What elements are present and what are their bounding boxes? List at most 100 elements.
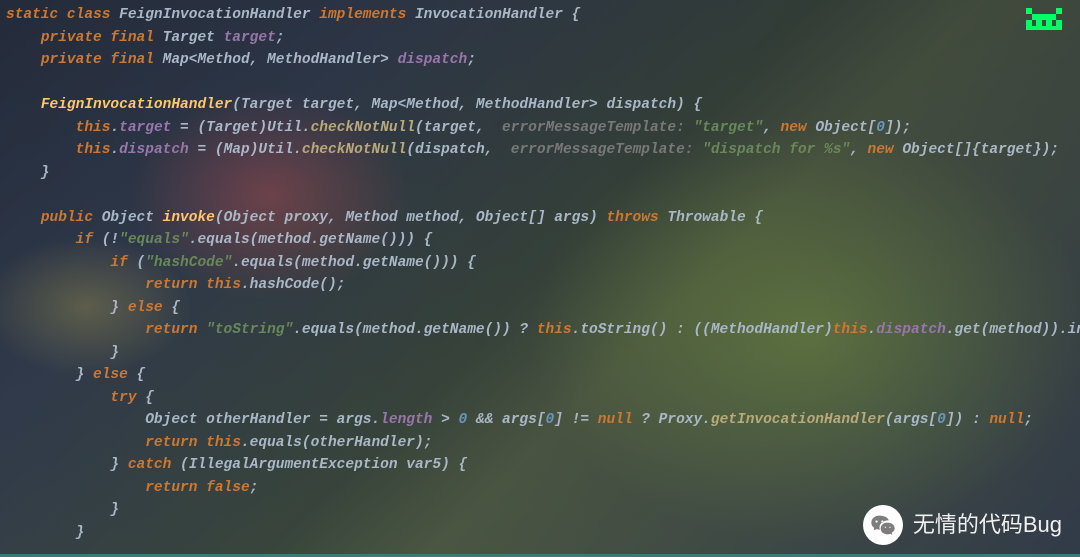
token-punct: } [6,165,50,181]
token-punct [6,97,41,113]
token-punct: ; [276,30,285,46]
token-cls: InvocationHandler [415,7,572,23]
token-num: 0 [546,412,555,428]
token-kw: catch [128,457,180,473]
token-type: Map<Method, MethodHandler> [163,52,398,68]
token-punct: .get(method)).invoke(args [946,322,1080,338]
token-punct [6,75,15,91]
watermark-text: 无情的代码Bug [913,514,1062,537]
token-punct: } [6,502,119,518]
token-punct [6,120,76,136]
token-punct [6,390,110,406]
token-cls: FeignInvocationHandler [119,7,319,23]
token-kw: throws [606,210,667,226]
code-line[interactable]: if (!"equals".equals(method.getName())) … [6,229,1080,252]
token-punct: .equals(method.getName())) { [189,232,433,248]
code-editor-viewport[interactable]: static class FeignInvocationHandler impl… [0,0,1080,544]
token-str: "hashCode" [145,255,232,271]
code-line[interactable]: } catch (IllegalArgumentException var5) … [6,454,1080,477]
token-punct [6,480,145,496]
code-line[interactable] [6,72,1080,95]
token-punct: {target}); [972,142,1059,158]
token-kw: new [781,120,816,136]
token-kw: null [598,412,642,428]
token-type: Throwable [667,210,754,226]
code-line[interactable]: public Object invoke(Object proxy, Metho… [6,207,1080,230]
wechat-icon [863,505,903,545]
token-punct: Object otherHandler = args. [6,412,380,428]
token-punct: ]) : [946,412,990,428]
token-methodcall: checkNotNull [302,142,406,158]
code-line[interactable]: this.target = (Target)Util.checkNotNull(… [6,117,1080,140]
token-punct: ( [232,97,241,113]
code-line[interactable]: static class FeignInvocationHandler impl… [6,4,1080,27]
code-line[interactable]: return this.hashCode(); [6,274,1080,297]
token-kw: return this [145,435,241,451]
token-str: "dispatch for %s" [702,142,850,158]
code-line[interactable]: Object otherHandler = args.length > 0 &&… [6,409,1080,432]
token-field: dispatch [398,52,468,68]
token-type: Target [163,30,224,46]
code-line[interactable] [6,184,1080,207]
token-kw: this [76,142,111,158]
token-paramlabel: errorMessageTemplate: [502,120,693,136]
token-type: Object[] [902,142,972,158]
token-punct: .equals(otherHandler); [241,435,432,451]
code-line[interactable]: FeignInvocationHandler(Target target, Ma… [6,94,1080,117]
token-paramlabel: errorMessageTemplate: [511,142,702,158]
token-str: "toString" [206,322,293,338]
token-type: Object[ [815,120,876,136]
token-str: "equals" [119,232,189,248]
token-punct [6,52,41,68]
token-punct: } [6,300,128,316]
code-line[interactable]: this.dispatch = (Map)Util.checkNotNull(d… [6,139,1080,162]
code-line[interactable]: return false; [6,477,1080,500]
token-punct: (dispatch, [406,142,510,158]
token-punct [6,232,76,248]
code-line[interactable]: return this.equals(otherHandler); [6,432,1080,455]
token-punct: (! [102,232,119,248]
token-punct [6,322,145,338]
token-punct: (target, [415,120,502,136]
code-line[interactable]: try { [6,387,1080,410]
token-punct: ; [467,52,476,68]
code-line[interactable]: } [6,342,1080,365]
token-punct: = ( [189,142,224,158]
token-punct: > [432,412,458,428]
token-num: 0 [459,412,468,428]
code-line[interactable]: if ("hashCode".equals(method.getName()))… [6,252,1080,275]
code-line[interactable]: } [6,162,1080,185]
token-punct: } [6,367,93,383]
token-punct [6,277,145,293]
token-kw: this [833,322,868,338]
token-punct: ? Proxy. [641,412,711,428]
token-punct: } [6,525,84,541]
code-line[interactable]: } else { [6,364,1080,387]
token-punct [6,30,41,46]
token-field: dispatch [876,322,946,338]
token-method: invoke [163,210,215,226]
token-punct: , [850,142,867,158]
space-invader-icon [1022,2,1066,36]
token-punct: = ( [171,120,206,136]
code-line[interactable]: } else { [6,297,1080,320]
token-kw: else [93,367,137,383]
token-punct [6,142,76,158]
token-field: target [224,30,276,46]
code-line[interactable]: private final Map<Method, MethodHandler>… [6,49,1080,72]
token-type: Object [102,210,163,226]
token-kw: private final [41,52,163,68]
code-line[interactable]: return "toString".equals(method.getName(… [6,319,1080,342]
token-punct: { [572,7,581,23]
token-str: "target" [693,120,763,136]
token-punct: ) [824,322,833,338]
token-kw: return false [145,480,249,496]
token-punct: { [171,300,180,316]
token-punct: { [145,390,154,406]
code-line[interactable]: private final Target target; [6,27,1080,50]
token-kw: else [128,300,172,316]
token-punct: } [6,457,128,473]
token-field: target [119,120,171,136]
token-punct: )Util. [250,142,302,158]
token-punct [6,210,41,226]
